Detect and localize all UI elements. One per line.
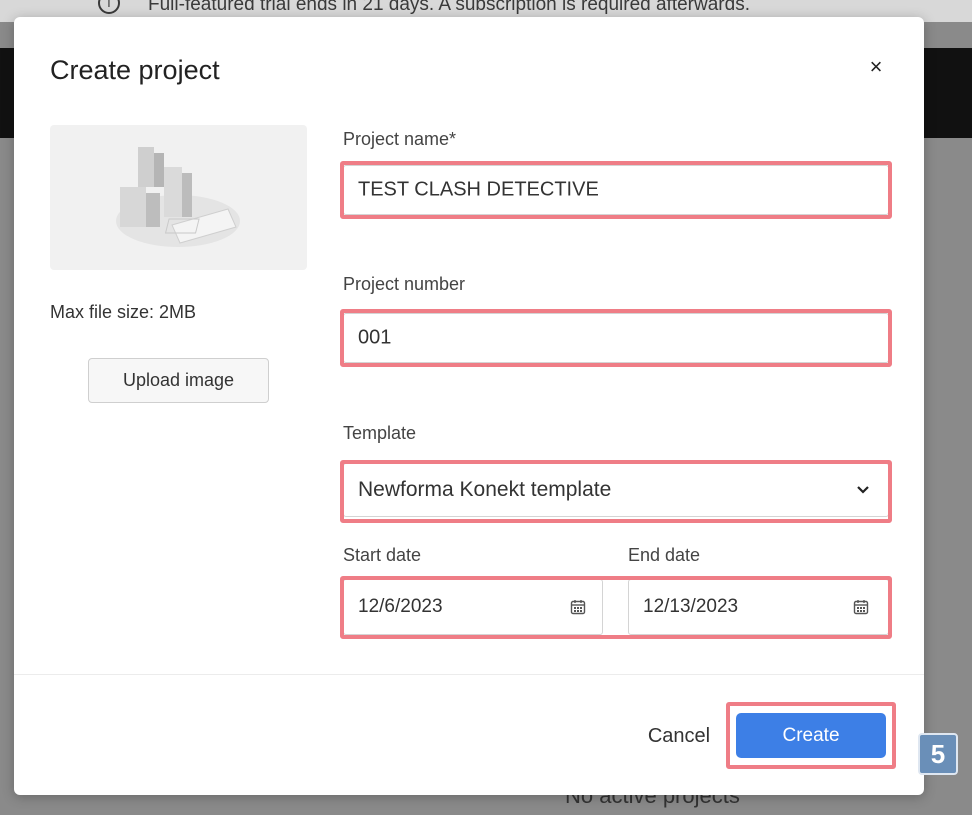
calendar-icon[interactable]	[570, 599, 586, 615]
trial-banner-text: Full-featured trial ends in 21 days. A s…	[148, 0, 750, 15]
template-value: Newforma Konekt template	[358, 478, 612, 501]
project-name-value: TEST CLASH DETECTIVE	[358, 178, 599, 201]
project-name-input[interactable]: TEST CLASH DETECTIVE	[343, 165, 889, 215]
create-project-dialog: Create project × Max file size: 2MB Uplo…	[14, 17, 924, 795]
project-number-label: Project number	[343, 274, 466, 294]
end-date-value: 12/13/2023	[643, 596, 739, 617]
background-header-left	[0, 48, 14, 138]
footer-divider	[14, 674, 924, 675]
project-number-input[interactable]: 001	[343, 313, 889, 363]
project-image-placeholder	[50, 125, 307, 270]
project-name-label: Project name*	[343, 129, 457, 149]
start-date-input[interactable]: 12/6/2023	[343, 579, 603, 635]
info-icon: i	[98, 0, 120, 14]
calendar-icon[interactable]	[853, 599, 869, 615]
upload-image-button[interactable]: Upload image	[88, 358, 269, 403]
project-number-value: 001	[358, 326, 392, 349]
template-label: Template	[343, 423, 417, 443]
end-date-label: End date	[628, 545, 701, 565]
start-date-value: 12/6/2023	[358, 596, 443, 617]
start-date-label: Start date	[343, 545, 422, 565]
dialog-title: Create project	[50, 55, 220, 85]
step-badge: 5	[918, 733, 958, 775]
end-date-input[interactable]: 12/13/2023	[628, 579, 889, 635]
template-select[interactable]: Newforma Konekt template	[343, 463, 889, 517]
background-header-right	[924, 48, 972, 138]
buildings-illustration	[116, 147, 240, 247]
cancel-button[interactable]: Cancel	[634, 714, 724, 758]
chevron-down-icon	[857, 486, 869, 494]
close-icon[interactable]: ×	[863, 54, 889, 80]
max-file-size-text: Max file size: 2MB	[50, 302, 197, 322]
create-button[interactable]: Create	[736, 713, 886, 758]
